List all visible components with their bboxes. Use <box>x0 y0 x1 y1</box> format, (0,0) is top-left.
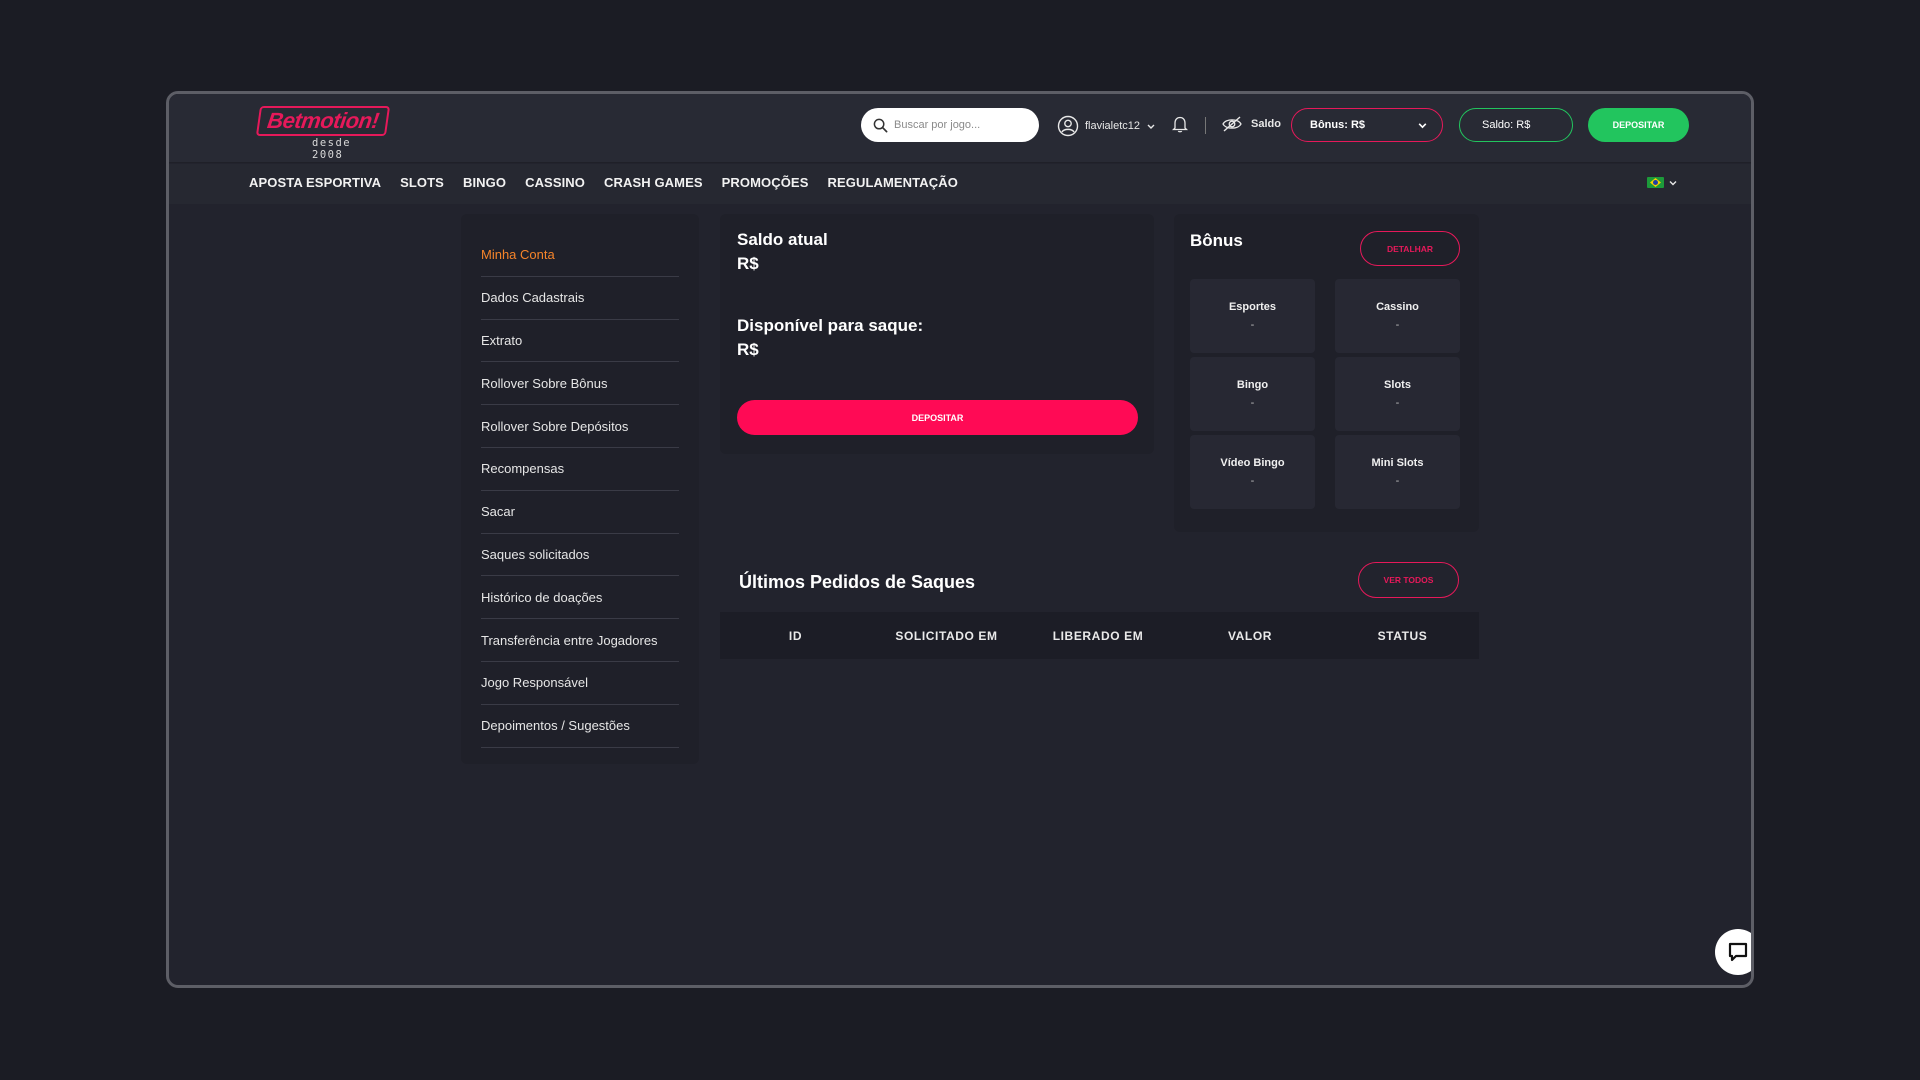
saldo-toggle-label: Saldo <box>1251 118 1281 130</box>
bonus-tile-mini-slots: Mini Slots - <box>1335 435 1460 509</box>
sidebar-item-dados-cadastrais[interactable]: Dados Cadastrais <box>481 277 679 320</box>
nav-crash-games[interactable]: CRASH GAMES <box>604 175 703 190</box>
sidebar-item-rollover-bonus[interactable]: Rollover Sobre Bônus <box>481 362 679 406</box>
view-all-withdrawals-button[interactable]: VER TODOS <box>1358 562 1459 598</box>
nav-regulamentacao[interactable]: REGULAMENTAÇÃO <box>827 175 957 190</box>
sidebar-item-extrato[interactable]: Extrato <box>481 320 679 363</box>
brazil-flag-icon <box>1647 177 1664 188</box>
bonus-balance-select[interactable]: Bônus: R$ <box>1291 108 1443 142</box>
nav-cassino[interactable]: CASSINO <box>525 175 585 190</box>
sidebar-item-depoimentos[interactable]: Depoimentos / Sugestões <box>481 705 679 748</box>
chevron-down-icon <box>1147 124 1155 129</box>
main-nav: APOSTA ESPORTIVA SLOTS BINGO CASSINO CRA… <box>169 164 1751 204</box>
bonus-card: Bônus DETALHAR Esportes - Cassino - Bing… <box>1174 214 1479 532</box>
logo-subtitle: desde 2008 <box>312 137 352 161</box>
search-box[interactable] <box>861 108 1039 142</box>
betmotion-logo[interactable]: Betmotion! desde 2008 <box>255 106 391 161</box>
user-avatar-icon <box>1057 115 1079 137</box>
top-bar: Betmotion! desde 2008 flavialetc12 <box>169 94 1751 163</box>
saldo-balance-pill[interactable]: Saldo: R$ <box>1459 108 1573 142</box>
bell-icon[interactable] <box>1172 115 1188 133</box>
bonus-tile-label: Bingo <box>1236 379 1269 391</box>
chevron-down-icon <box>1418 122 1427 128</box>
bonus-tile-label: Cassino <box>1376 301 1419 313</box>
column-header-id: ID <box>788 628 803 643</box>
bonus-tile-value: - <box>1250 397 1255 409</box>
column-header-status: STATUS <box>1377 628 1428 643</box>
bonus-tile-label: Slots <box>1384 379 1411 391</box>
bonus-tile-slots: Slots - <box>1335 357 1460 431</box>
current-balance-value: R$ <box>737 254 759 273</box>
logo-wordmark: Betmotion! <box>255 106 391 136</box>
bonus-grid: Esportes - Cassino - Bingo - Slots - Víd… <box>1190 279 1460 509</box>
bonus-tile-value: - <box>1395 475 1400 487</box>
detail-bonus-button[interactable]: DETALHAR <box>1360 231 1460 266</box>
sidebar-item-minha-conta[interactable]: Minha Conta <box>481 234 679 277</box>
username: flavialetc12 <box>1085 120 1141 132</box>
search-input[interactable] <box>894 119 1024 131</box>
user-menu[interactable]: flavialetc12 <box>1057 114 1156 138</box>
column-header-solicitado: SOLICITADO EM <box>895 628 998 643</box>
bonus-tile-label: Vídeo Bingo <box>1220 457 1285 469</box>
chat-launcher-button[interactable] <box>1715 929 1751 975</box>
eye-off-icon <box>1222 116 1242 132</box>
nav-promocoes[interactable]: PROMOÇÕES <box>722 175 809 190</box>
account-sidebar: Minha Conta Dados Cadastrais Extrato Rol… <box>461 214 699 764</box>
browser-frame: Betmotion! desde 2008 flavialetc12 <box>166 91 1754 988</box>
sidebar-item-transferencia[interactable]: Transferência entre Jogadores <box>481 619 679 662</box>
bonus-tile-value: - <box>1250 319 1255 331</box>
bonus-select-label: Bônus: R$ <box>1310 119 1365 131</box>
header-divider <box>1205 117 1206 134</box>
sidebar-item-jogo-responsavel[interactable]: Jogo Responsável <box>481 662 679 705</box>
balance-card: Saldo atual R$ Disponível para saque: R$… <box>720 214 1154 454</box>
language-selector[interactable] <box>1647 177 1678 188</box>
sidebar-item-recompensas[interactable]: Recompensas <box>481 448 679 491</box>
bonus-tile-value: - <box>1250 475 1255 487</box>
sidebar-item-historico-doacoes[interactable]: Histórico de doações <box>481 576 679 620</box>
nav-aposta-esportiva[interactable]: APOSTA ESPORTIVA <box>249 175 381 190</box>
bonus-tile-video-bingo: Vídeo Bingo - <box>1190 435 1315 509</box>
bonus-tile-bingo: Bingo - <box>1190 357 1315 431</box>
deposit-button-header[interactable]: DEPOSITAR <box>1588 108 1689 142</box>
withdrawals-title: Últimos Pedidos de Saques <box>739 572 976 592</box>
sidebar-item-saques-solicitados[interactable]: Saques solicitados <box>481 534 679 577</box>
saldo-pill-label: Saldo: R$ <box>1482 119 1531 131</box>
column-header-liberado: LIBERADO EM <box>1052 628 1144 643</box>
deposit-button[interactable]: DEPOSITAR <box>737 400 1138 435</box>
search-icon <box>873 118 888 132</box>
current-balance-label: Saldo atual <box>737 230 828 249</box>
chat-icon <box>1728 942 1748 962</box>
bonus-title: Bônus <box>1190 231 1243 250</box>
bonus-tile-label: Esportes <box>1228 301 1277 313</box>
withdrawals-table-header: ID SOLICITADO EM LIBERADO EM VALOR STATU… <box>720 612 1479 659</box>
bonus-tile-value: - <box>1395 397 1400 409</box>
bonus-tile-label: Mini Slots <box>1371 457 1424 469</box>
bonus-tile-esportes: Esportes - <box>1190 279 1315 353</box>
saldo-visibility-toggle[interactable]: Saldo <box>1221 115 1281 133</box>
nav-slots[interactable]: SLOTS <box>400 175 444 190</box>
chevron-down-icon <box>1669 180 1677 185</box>
bonus-tile-value: - <box>1395 319 1400 331</box>
sidebar-item-rollover-depositos[interactable]: Rollover Sobre Depósitos <box>481 405 679 448</box>
nav-bingo[interactable]: BINGO <box>463 175 506 190</box>
bonus-tile-cassino: Cassino - <box>1335 279 1460 353</box>
available-withdraw-value: R$ <box>737 340 759 359</box>
sidebar-item-sacar[interactable]: Sacar <box>481 491 679 534</box>
available-withdraw-label: Disponível para saque: <box>737 316 924 335</box>
column-header-valor: VALOR <box>1227 628 1273 643</box>
